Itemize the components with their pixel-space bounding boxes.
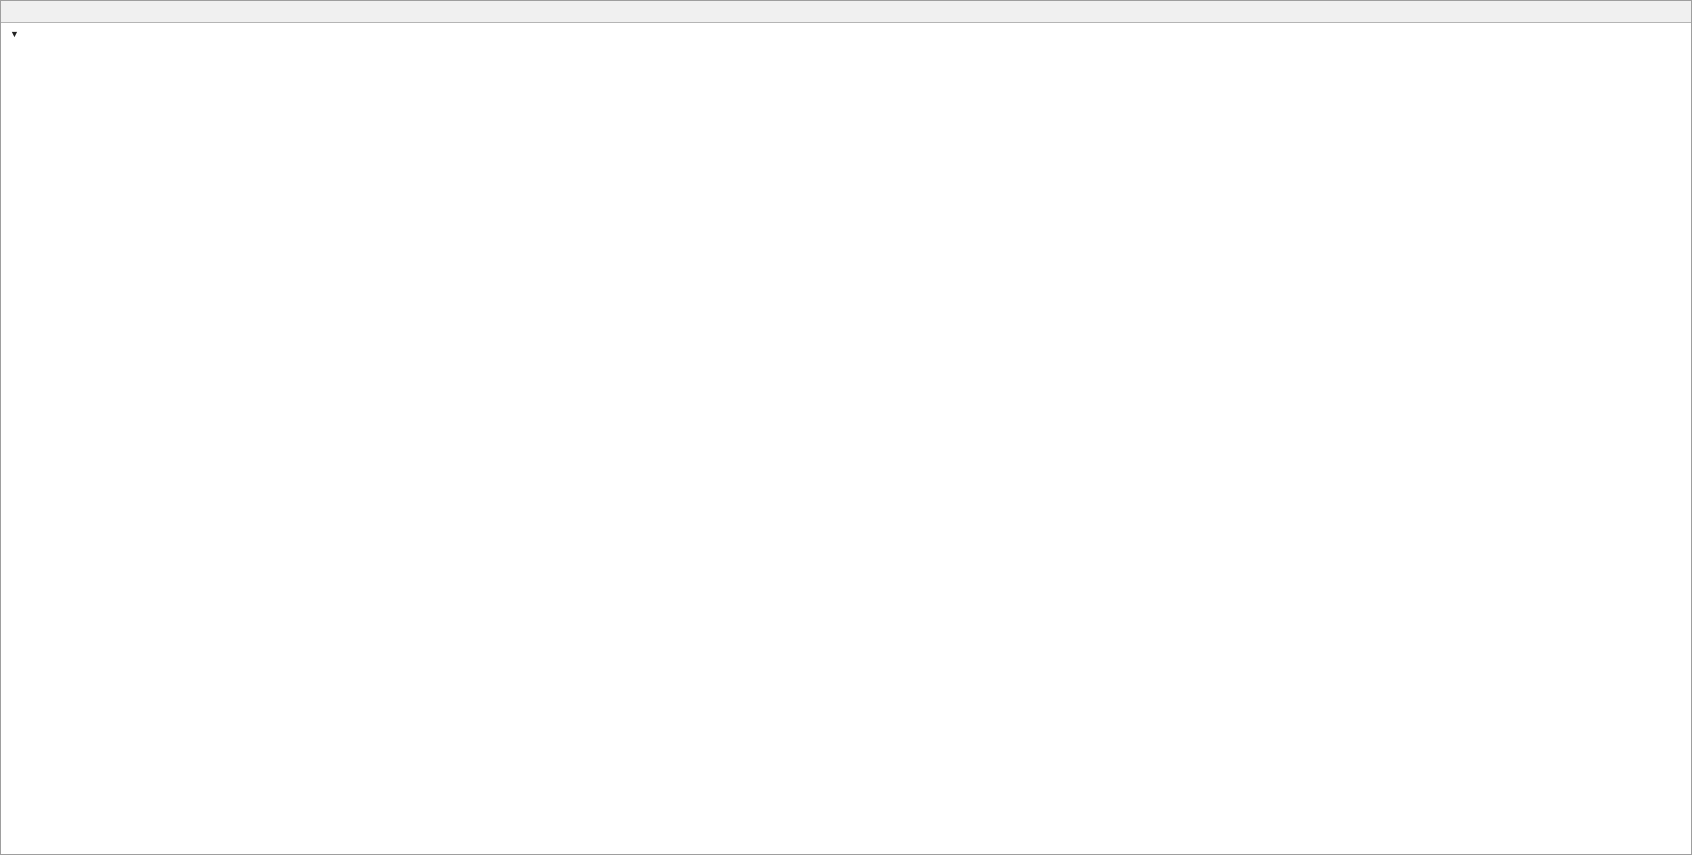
chart-canvas[interactable]	[0, 0, 1692, 855]
main-toolbar	[0, 0, 1692, 23]
chart-title: ▼	[10, 26, 30, 40]
one-click-trading-toggle-icon[interactable]: ▼	[10, 29, 19, 39]
